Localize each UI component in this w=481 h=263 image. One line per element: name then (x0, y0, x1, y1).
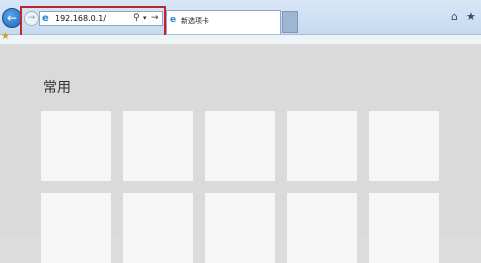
home-icon[interactable]: ⌂ (451, 10, 458, 24)
new-tab-button[interactable] (282, 11, 298, 33)
arrow-left-icon: ← (6, 11, 18, 25)
back-button[interactable]: ← (2, 8, 22, 28)
tab-new-tab[interactable]: e 新选项卡 (166, 10, 281, 34)
favorites-bar (0, 35, 481, 44)
ie-tab-icon: e (170, 15, 177, 25)
frequent-site-tile[interactable] (205, 111, 275, 181)
section-title-frequent: 常用 (43, 80, 71, 96)
frequent-site-tile[interactable] (287, 111, 357, 181)
frequent-site-tile[interactable] (369, 193, 439, 263)
frequent-site-tile[interactable] (123, 193, 193, 263)
favorites-add-icon[interactable]: ★ (1, 32, 10, 42)
frequent-site-tile[interactable] (41, 111, 111, 181)
tab-label: 新选项卡 (181, 17, 209, 25)
frequent-site-tile[interactable] (205, 193, 275, 263)
frequent-site-tile[interactable] (369, 111, 439, 181)
star-icon[interactable]: ★ (466, 10, 476, 24)
frequent-site-tile[interactable] (123, 111, 193, 181)
frequent-site-tile[interactable] (41, 193, 111, 263)
frequent-site-tile[interactable] (287, 193, 357, 263)
